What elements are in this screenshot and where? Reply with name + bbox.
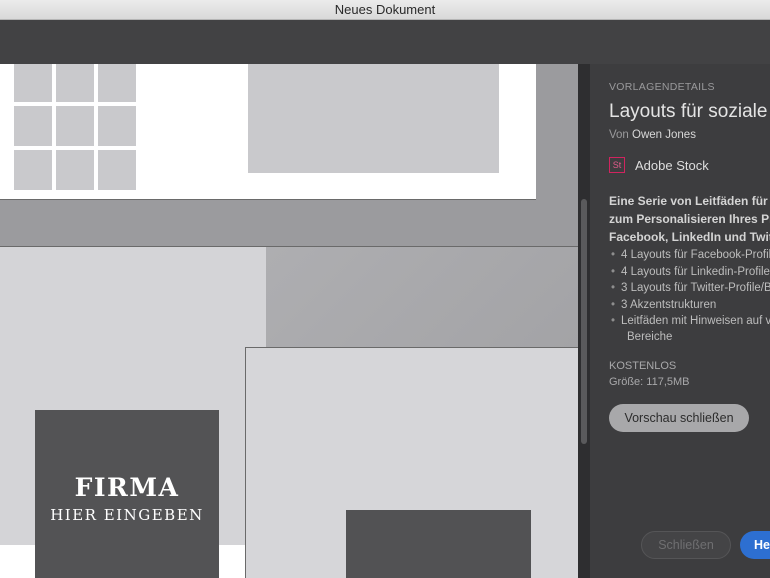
window-title: Neues Dokument <box>334 2 436 17</box>
template-preview-canvas: FIRMA HIER EINGEBEN <box>0 64 578 578</box>
logo-line-hier-eingeben: HIER EINGEBEN <box>50 506 204 524</box>
window-titlebar: Neues Dokument <box>0 0 770 20</box>
canvas-scrollbar[interactable] <box>578 64 590 578</box>
primary-action-button[interactable]: He <box>740 531 770 559</box>
cover-image-placeholder <box>248 64 499 173</box>
close-preview-button[interactable]: Vorschau schließen <box>609 404 749 432</box>
toolbar <box>0 20 770 64</box>
feature-list: 4 Layouts für Facebook-Profile/ 4 Layout… <box>609 247 770 330</box>
logo-line-firma: FIRMA <box>74 473 180 502</box>
author-name: Owen Jones <box>632 129 696 141</box>
file-size: Größe: 117,5MB <box>609 376 690 388</box>
description-line-3: Facebook, LinkedIn und Twitte <box>609 230 770 244</box>
description-line-2: zum Personalisieren Ihres Prof <box>609 212 770 226</box>
image-grid <box>14 64 138 191</box>
header-image-placeholder <box>266 247 578 347</box>
close-button[interactable]: Schließen <box>641 531 731 559</box>
dark-texture-block <box>346 510 531 578</box>
section-label: VORLAGENDETAILS <box>609 81 715 93</box>
company-logo-block: FIRMA HIER EINGEBEN <box>35 410 219 578</box>
template-author: Von Owen Jones <box>609 129 696 141</box>
source-name: Adobe Stock <box>635 158 709 173</box>
list-item: 4 Layouts für Facebook-Profile/ <box>609 247 770 264</box>
list-item: Leitfäden mit Hinweisen auf ver <box>609 313 770 330</box>
list-item: 4 Layouts für Linkedin-Profile/B <box>609 264 770 281</box>
scrollbar-thumb[interactable] <box>581 199 587 444</box>
template-details-panel: VORLAGENDETAILS Layouts für soziale Von … <box>590 64 770 578</box>
description-line-1: Eine Serie von Leitfäden für so <box>609 194 770 208</box>
adobe-stock-icon: St <box>609 157 625 173</box>
author-prefix: Von <box>609 129 629 141</box>
list-item: 3 Layouts für Twitter-Profile/Bil <box>609 280 770 297</box>
list-item-continuation: Bereiche <box>627 331 673 343</box>
template-title: Layouts für soziale <box>609 101 768 122</box>
price-label: KOSTENLOS <box>609 360 677 372</box>
list-item: 3 Akzentstrukturen <box>609 297 770 314</box>
